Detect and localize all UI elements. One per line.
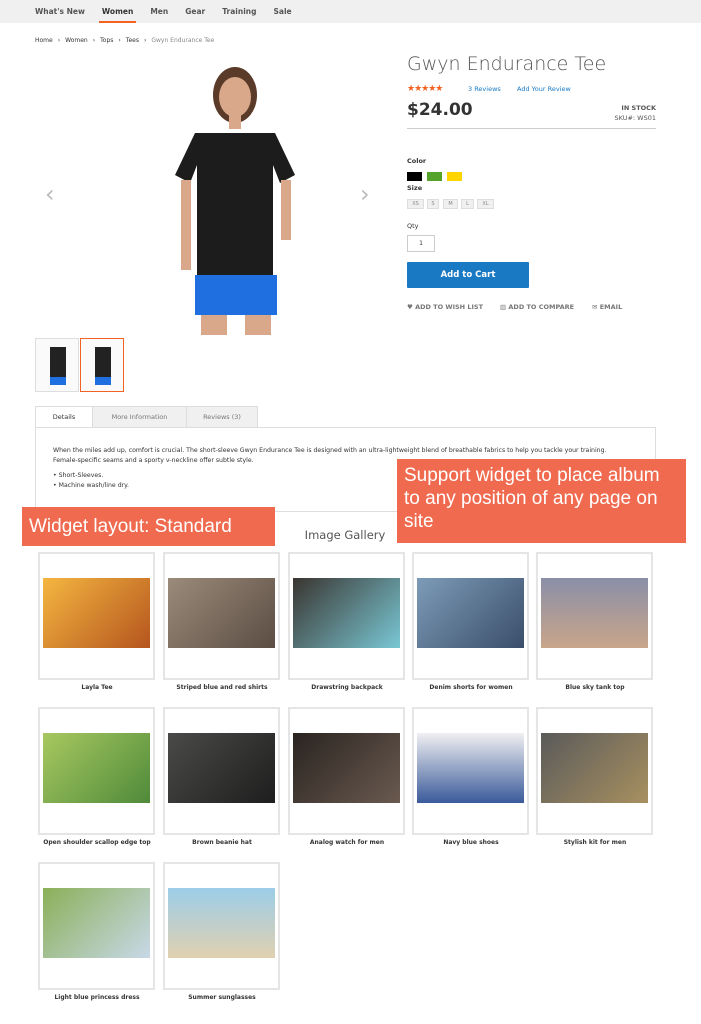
size-label: Size (407, 184, 423, 192)
gallery-item[interactable] (288, 552, 405, 680)
callout-widget-layout: Widget layout: Standard (22, 507, 275, 546)
tab-details[interactable]: Details (35, 406, 93, 428)
qty-label: Qty (407, 222, 419, 230)
reviews-link[interactable]: 3 Reviews (468, 85, 501, 93)
thumbnail-1[interactable] (35, 338, 79, 392)
color-swatch-green[interactable] (427, 172, 442, 181)
details-bullet: • Short-Sleeves. (53, 472, 104, 479)
add-review-link[interactable]: Add Your Review (517, 85, 571, 93)
divider (407, 128, 656, 129)
gallery-image[interactable] (417, 578, 524, 648)
stock-status: IN STOCK (621, 104, 656, 112)
callout-widget-support: Support widget to place album to any pos… (397, 459, 686, 543)
gallery-caption: Summer sunglasses (188, 994, 256, 1001)
size-xl[interactable]: XL (477, 199, 494, 209)
gallery-image[interactable] (541, 733, 648, 803)
tab-more-information[interactable]: More Information (92, 406, 187, 428)
size-l[interactable]: L (461, 199, 474, 209)
nav-sale[interactable]: Sale (273, 0, 291, 23)
gallery-item[interactable] (38, 552, 155, 680)
size-s[interactable]: S (427, 199, 439, 209)
gallery-image[interactable] (293, 733, 400, 803)
chevron-right-icon[interactable]: › (360, 180, 370, 208)
gallery-item[interactable] (412, 552, 529, 680)
nav-gear[interactable]: Gear (185, 0, 205, 23)
gallery-item[interactable] (38, 707, 155, 835)
nav-men[interactable]: Men (150, 0, 168, 23)
gallery-caption: Blue sky tank top (565, 684, 625, 691)
gallery-caption: Stylish kit for men (563, 839, 627, 846)
gallery-item[interactable] (163, 862, 280, 990)
details-text-2: Female-specific seams and a sporty v-nec… (53, 457, 254, 464)
gallery-image[interactable] (168, 578, 275, 648)
breadcrumb-home[interactable]: Home (35, 37, 53, 44)
product-photo (175, 67, 295, 335)
add-to-compare-link[interactable]: ▥ ADD TO COMPARE (500, 303, 574, 311)
rating-stars: ★★★★★ (407, 84, 443, 94)
gallery-item[interactable] (163, 707, 280, 835)
gallery-item[interactable] (288, 707, 405, 835)
product-title: Gwyn Endurance Tee (407, 53, 607, 75)
nav-women[interactable]: Women (98, 0, 137, 23)
details-text: When the miles add up, comfort is crucia… (53, 447, 607, 454)
chevron-right-icon: › (92, 37, 96, 44)
product-sku: SKU#: WS01 (614, 114, 657, 122)
gallery-image[interactable] (168, 733, 275, 803)
chevron-right-icon: › (118, 37, 121, 44)
breadcrumb: Home › Women › Tops › Tees › Gwyn Endurance … (35, 37, 214, 44)
gallery-image[interactable] (417, 733, 524, 803)
gallery-image[interactable] (541, 578, 648, 648)
size-m[interactable]: M (443, 199, 458, 209)
size-xs[interactable]: XS (407, 199, 424, 209)
add-to-wishlist-link[interactable]: ♥ ADD TO WISH LIST (407, 303, 483, 311)
breadcrumb-current: Gwyn Endurance Tee (151, 37, 215, 44)
gallery-image[interactable] (168, 888, 275, 958)
add-to-cart-button[interactable]: Add to Cart (407, 262, 529, 288)
gallery-item[interactable] (412, 707, 529, 835)
color-swatch-black[interactable] (407, 172, 422, 181)
gallery-item[interactable] (536, 707, 653, 835)
chevron-right-icon: › (143, 37, 147, 44)
thumbnail-2[interactable] (80, 338, 124, 392)
gallery-item[interactable] (536, 552, 653, 680)
gallery-image[interactable] (43, 733, 150, 803)
qty-input[interactable]: 1 (407, 235, 435, 252)
product-price: $24.00 (407, 100, 473, 120)
chevron-right-icon: › (57, 37, 61, 44)
product-main-image[interactable]: ‹ › (35, 50, 385, 335)
details-bullet: • Machine wash/line dry. (53, 482, 129, 489)
color-swatch-yellow[interactable] (447, 172, 462, 181)
gallery-item[interactable] (38, 862, 155, 990)
breadcrumb-women[interactable]: Women (65, 37, 88, 44)
top-navigation: What's New Women Men Gear Training Sale (0, 0, 701, 23)
breadcrumb-tops[interactable]: Tops (100, 37, 113, 44)
nav-whats-new[interactable]: What's New (35, 0, 85, 23)
breadcrumb-tees[interactable]: Tees (126, 37, 139, 44)
chevron-left-icon[interactable]: ‹ (45, 180, 55, 208)
tab-reviews[interactable]: Reviews (3) (186, 406, 258, 428)
gallery-item[interactable] (163, 552, 280, 680)
color-label: Color (407, 157, 427, 165)
gallery-image[interactable] (293, 578, 400, 648)
gallery-image[interactable] (43, 888, 150, 958)
nav-training[interactable]: Training (222, 0, 256, 23)
gallery-image[interactable] (43, 578, 150, 648)
email-link[interactable]: ✉ EMAIL (592, 303, 622, 311)
